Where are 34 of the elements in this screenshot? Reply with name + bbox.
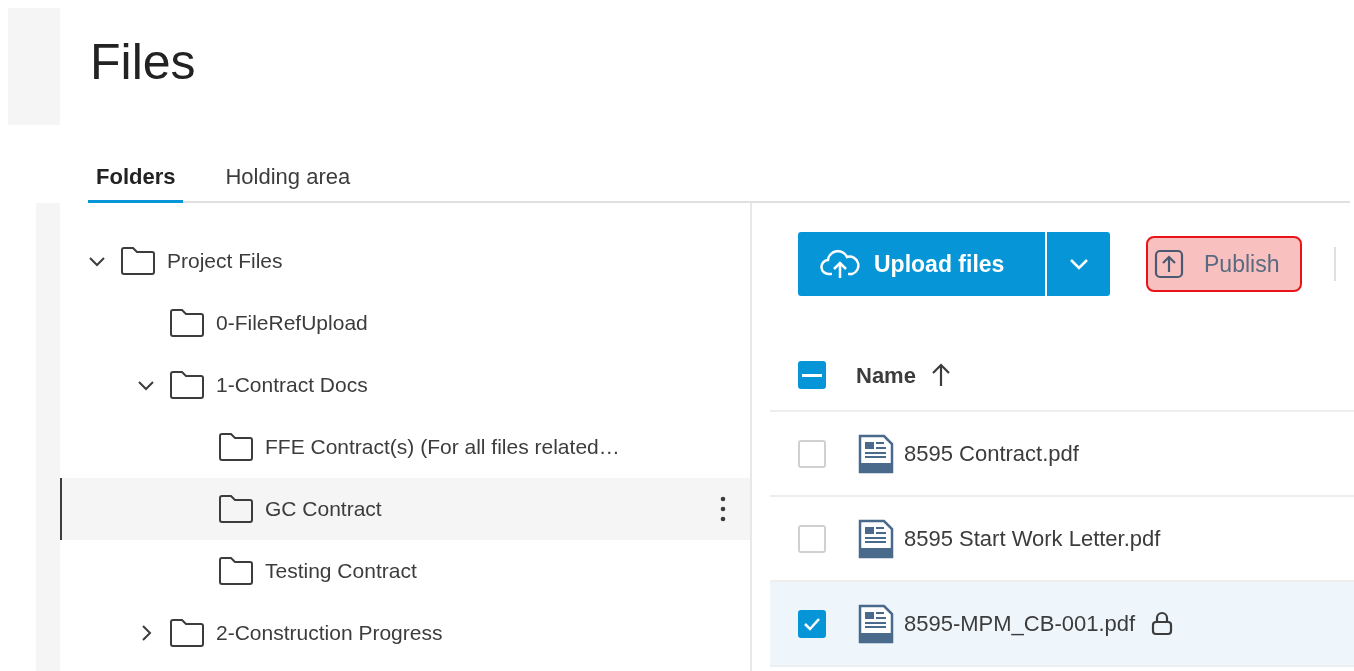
publish-button[interactable]: Publish <box>1146 236 1302 292</box>
folder-name: 2-Construction Progress <box>216 620 443 647</box>
pdf-file-icon <box>858 603 894 644</box>
file-row[interactable]: 8595-MPM_CB-001.pdf <box>770 582 1354 667</box>
folder-name: Testing Contract <box>265 558 417 585</box>
folder-name: 1-Contract Docs <box>216 372 368 399</box>
file-name: 8595 Contract.pdf <box>904 440 1079 468</box>
folder-icon <box>218 556 254 586</box>
tab[interactable]: Holding area <box>217 153 359 203</box>
more-options-icon[interactable] <box>720 496 726 522</box>
page-title: Files <box>90 33 196 92</box>
pdf-file-icon <box>858 433 894 474</box>
publish-icon <box>1154 249 1184 279</box>
folder-name: Project Files <box>167 248 283 275</box>
folder-icon <box>218 432 254 462</box>
checkbox[interactable] <box>798 439 826 468</box>
folder-icon <box>169 618 205 648</box>
cloud-upload-icon <box>820 248 860 280</box>
pdf-file-icon <box>858 518 894 559</box>
tab[interactable]: Folders <box>88 153 184 203</box>
folder-name: GC Contract <box>265 496 382 523</box>
folder-icon <box>169 370 205 400</box>
column-header[interactable]: Name <box>856 358 952 392</box>
tree-item[interactable]: GC Contract <box>60 478 750 540</box>
checkbox[interactable] <box>798 524 826 553</box>
select-all-checkbox[interactable] <box>798 361 826 389</box>
folder-icon <box>218 494 254 524</box>
folder-icon <box>169 308 205 338</box>
folder-icon <box>120 246 156 276</box>
checkbox[interactable] <box>798 609 826 638</box>
file-name: 8595-MPM_CB-001.pdf <box>904 610 1136 638</box>
folder-name: 0-FileRefUpload <box>216 310 368 337</box>
file-name: 8595 Start Work Letter.pdf <box>904 525 1161 553</box>
folder-name: FFE Contract(s) (For all files related… <box>265 434 620 461</box>
